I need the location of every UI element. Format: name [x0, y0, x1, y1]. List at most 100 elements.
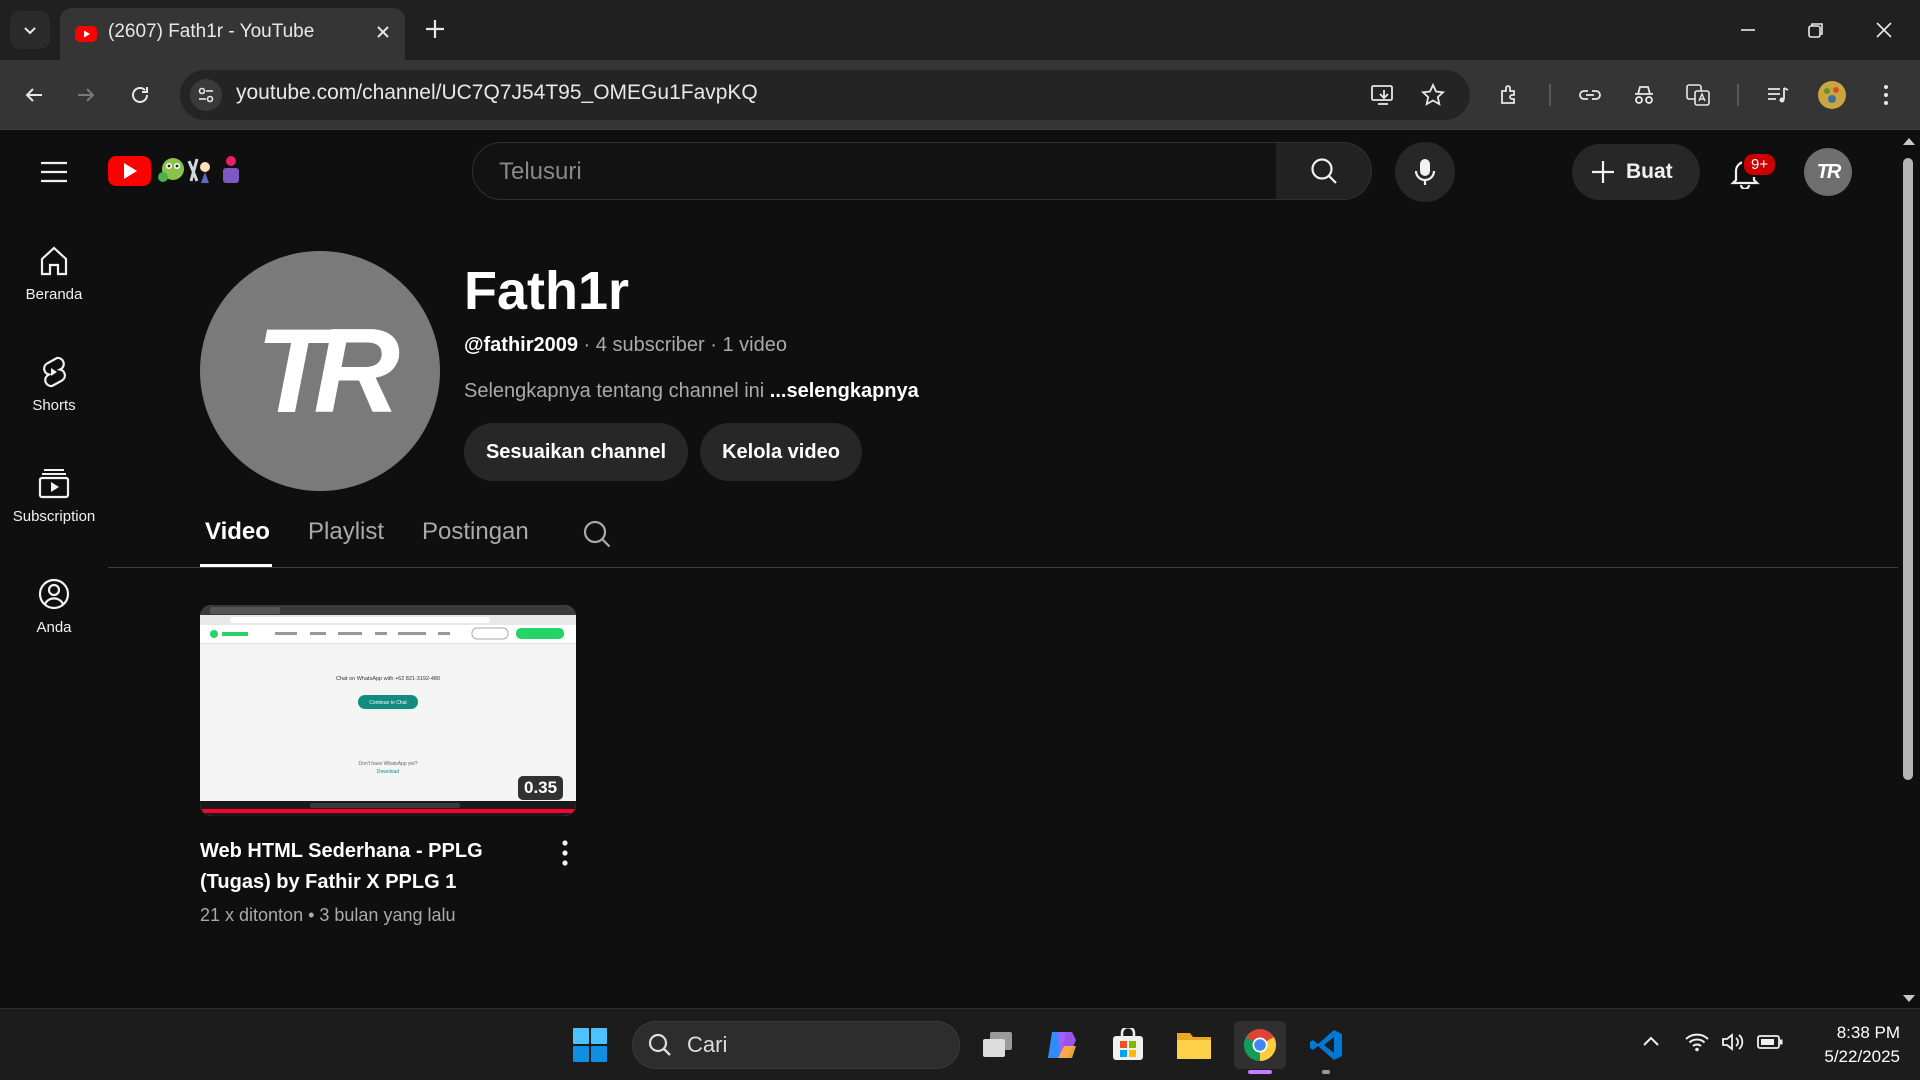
voice-search-button[interactable] — [1395, 142, 1455, 202]
subscriptions-icon — [38, 469, 70, 499]
chrome-active-indicator — [1248, 1070, 1272, 1074]
tab-title: (2607) Fath1r - YouTube — [108, 21, 315, 42]
extensions-icon[interactable] — [1492, 77, 1528, 113]
arrow-right-icon — [78, 88, 95, 102]
profile-avatar-icon[interactable] — [1814, 77, 1850, 113]
chrome-icon[interactable] — [1234, 1021, 1286, 1069]
thumb-button: Continue to Chat — [369, 700, 407, 706]
search-button[interactable] — [1276, 142, 1372, 200]
scrollbar-thumb[interactable] — [1903, 158, 1913, 780]
channel-search-icon[interactable] — [582, 519, 612, 549]
channel-description-text: Selengkapnya tentang channel ini — [464, 380, 770, 402]
browser-tab-strip: (2607) Fath1r - YouTube — [0, 0, 1920, 60]
scroll-down-arrow-icon[interactable] — [1902, 994, 1916, 1004]
sidebar-item-shorts[interactable]: Shorts — [0, 355, 108, 414]
video-views: 21 x ditonton — [200, 905, 304, 925]
minimize-button[interactable] — [1726, 10, 1770, 50]
video-title[interactable]: Web HTML Sederhana - PPLG (Tugas) by Fat… — [200, 836, 520, 898]
translate-icon[interactable] — [1680, 77, 1716, 113]
video-meta: 21 x ditonton • 3 bulan yang lalu — [200, 905, 456, 926]
reload-button[interactable] — [122, 77, 158, 113]
reload-icon — [132, 87, 148, 103]
battery-icon[interactable] — [1756, 1031, 1784, 1053]
home-icon — [40, 246, 68, 276]
video-menu-button[interactable] — [552, 838, 578, 868]
plus-icon — [426, 20, 444, 38]
browser-menu-icon[interactable] — [1868, 77, 1904, 113]
browser-tab-active[interactable]: (2607) Fath1r - YouTube — [60, 8, 405, 60]
taskbar-search-input[interactable] — [685, 1031, 929, 1059]
restore-icon — [1808, 23, 1823, 38]
taskbar-clock[interactable]: 8:38 PM 5/22/2025 — [1800, 1021, 1900, 1069]
clock-date: 5/22/2025 — [1824, 1047, 1900, 1066]
new-tab-button[interactable] — [422, 16, 448, 42]
sidebar-item-label: Subscription — [12, 508, 96, 525]
forward-button[interactable] — [68, 77, 104, 113]
tab-playlists[interactable]: Playlist — [308, 518, 384, 546]
sidebar-item-you[interactable]: Anda — [0, 577, 108, 636]
thumb-link: Download — [377, 769, 399, 775]
vscode-icon[interactable] — [1300, 1021, 1352, 1069]
task-view-icon[interactable] — [972, 1021, 1024, 1069]
windows-start-icon[interactable] — [572, 1027, 608, 1063]
tab-videos[interactable]: Video — [205, 518, 270, 546]
bookmark-star-icon[interactable] — [1420, 82, 1446, 108]
search-icon — [648, 1033, 671, 1056]
sidebar-item-subscriptions[interactable]: Subscription — [0, 466, 108, 525]
scroll-up-arrow-icon[interactable] — [1902, 136, 1916, 146]
url-text: youtube.com/channel/UC7Q7J54T95_OMEGu1Fa… — [236, 81, 758, 104]
account-avatar[interactable]: TR — [1804, 148, 1852, 196]
copilot-icon[interactable] — [1036, 1021, 1088, 1069]
more-about-link[interactable]: ...selengkapnya — [770, 380, 919, 402]
create-button[interactable]: Buat — [1572, 144, 1700, 200]
taskbar-search[interactable] — [632, 1021, 960, 1069]
video-age: 3 bulan yang lalu — [319, 905, 456, 925]
media-controls-icon[interactable] — [1760, 77, 1796, 113]
channel-avatar[interactable]: TR — [200, 251, 440, 491]
microsoft-store-icon[interactable] — [1102, 1021, 1154, 1069]
close-window-button[interactable] — [1862, 10, 1906, 50]
tabs-divider — [108, 567, 1898, 568]
channel-name: Fath1r — [464, 261, 630, 321]
shorts-icon — [43, 356, 66, 388]
channel-handle: @fathir2009 — [464, 334, 578, 356]
volume-icon[interactable] — [1720, 1031, 1746, 1053]
back-button[interactable] — [16, 77, 52, 113]
thumb-heading: Chat on WhatsApp with +62 821-3192-480 — [336, 676, 440, 682]
notification-badge: 9+ — [1742, 152, 1778, 177]
restore-button[interactable] — [1794, 10, 1838, 50]
windows-taskbar: 8:38 PM 5/22/2025 — [0, 1008, 1920, 1080]
link-icon[interactable] — [1572, 77, 1608, 113]
guide-menu-button[interactable] — [34, 152, 74, 192]
install-app-icon[interactable] — [1370, 82, 1396, 108]
tab-posts[interactable]: Postingan — [422, 518, 529, 546]
tray-overflow-chevron-icon[interactable] — [1640, 1031, 1662, 1053]
wifi-icon[interactable] — [1684, 1031, 1710, 1053]
customize-channel-button[interactable]: Sesuaikan channel — [464, 423, 688, 481]
file-explorer-icon[interactable] — [1168, 1021, 1220, 1069]
channel-description[interactable]: Selengkapnya tentang channel ini ...sele… — [464, 380, 919, 403]
incognito-icon[interactable] — [1626, 77, 1662, 113]
sidebar-item-label: Shorts — [32, 397, 76, 414]
youtube-favicon-icon — [74, 22, 98, 46]
channel-stats: · 4 subscriber · 1 video — [578, 334, 787, 356]
thumb-footer: Don't have WhatsApp yet? — [358, 761, 417, 767]
address-bar[interactable]: youtube.com/channel/UC7Q7J54T95_OMEGu1Fa… — [180, 70, 1470, 120]
chevron-down-icon — [24, 27, 36, 35]
search-icon — [1310, 158, 1337, 184]
plus-icon — [1592, 161, 1614, 183]
tab-search-button[interactable] — [10, 11, 50, 49]
sidebar-item-label: Beranda — [25, 286, 83, 303]
channel-avatar-initials: TR — [256, 304, 400, 438]
youtube-logo[interactable] — [107, 153, 247, 187]
toolbar-separator — [1737, 84, 1739, 106]
tab-close-icon[interactable] — [373, 22, 393, 42]
clock-time: 8:38 PM — [1836, 1023, 1900, 1042]
search-input[interactable] — [497, 143, 1261, 201]
browser-toolbar: youtube.com/channel/UC7Q7J54T95_OMEGu1Fa… — [0, 60, 1920, 130]
toolbar-divider — [0, 129, 1920, 130]
site-info-button[interactable] — [190, 79, 222, 111]
sidebar-item-home[interactable]: Beranda — [0, 244, 108, 303]
manage-videos-button[interactable]: Kelola video — [700, 423, 862, 481]
close-icon — [1876, 22, 1892, 38]
